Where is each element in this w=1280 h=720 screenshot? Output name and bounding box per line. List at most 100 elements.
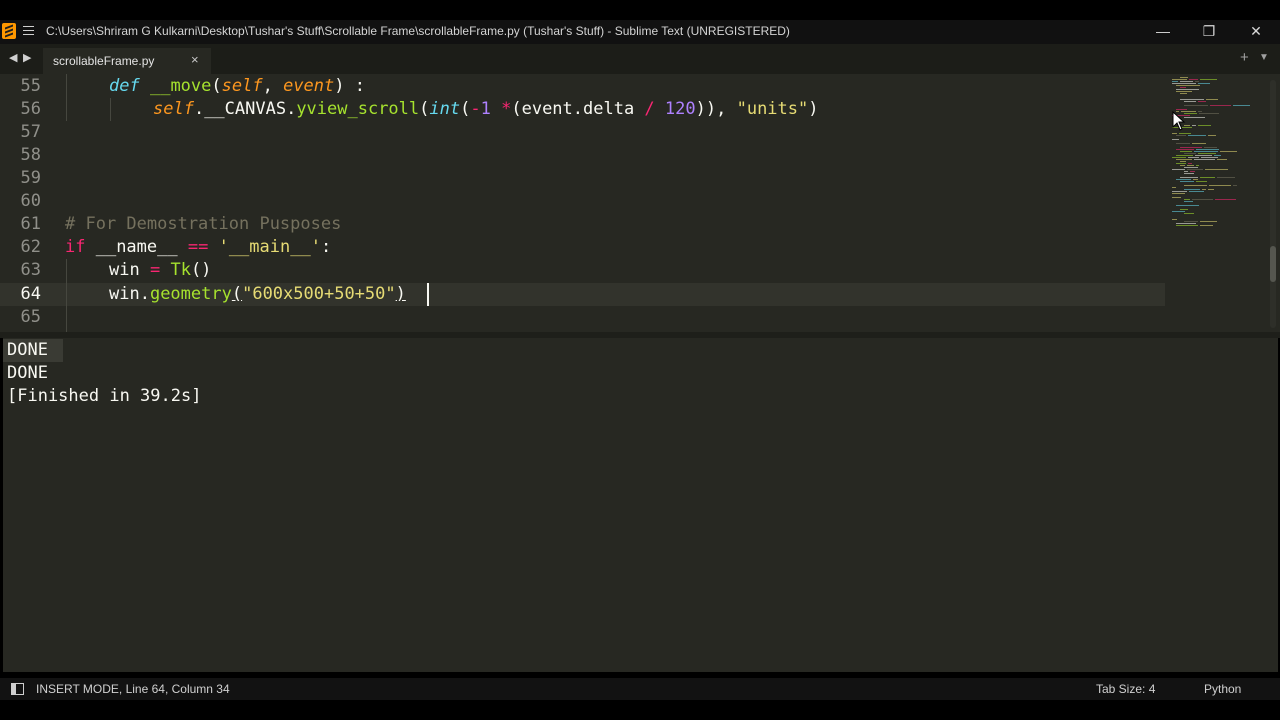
minimap-stroke <box>1184 153 1196 154</box>
line-number: 57 <box>20 122 41 142</box>
text-cursor <box>427 283 429 306</box>
vertical-scrollbar-track[interactable] <box>1270 80 1276 328</box>
window-title: C:\Users\Shriram G Kulkarni\Desktop\Tush… <box>46 24 790 38</box>
minimap-stroke <box>1215 199 1236 200</box>
minimap-stroke <box>1184 173 1194 174</box>
syntax-selector[interactable]: Python <box>1204 682 1241 696</box>
code-line-56: self.__CANVAS.yview_scroll(int(-1 *(even… <box>153 99 819 119</box>
line-number: 56 <box>20 99 41 119</box>
output-line: [Finished in 39.2s] <box>7 386 202 406</box>
minimap-stroke <box>1201 157 1218 158</box>
minimap-stroke <box>1189 79 1198 80</box>
minimap-stroke <box>1188 157 1199 158</box>
minimap-stroke <box>1179 133 1191 134</box>
minimap-stroke <box>1200 177 1215 178</box>
minimap-stroke <box>1172 83 1196 84</box>
minimap-stroke <box>1193 179 1198 180</box>
minimap-stroke <box>1172 157 1186 158</box>
minimap-stroke <box>1198 125 1211 126</box>
line-number: 61 <box>20 214 41 234</box>
minimap-stroke <box>1176 155 1193 156</box>
mouse-pointer-icon <box>1172 111 1186 131</box>
minimap-stroke <box>1180 87 1186 88</box>
minimap-stroke <box>1194 159 1215 160</box>
minimize-button[interactable]: — <box>1140 20 1186 44</box>
minimap-stroke <box>1180 177 1198 178</box>
status-text: INSERT MODE, Line 64, Column 34 <box>36 682 230 696</box>
minimap-stroke <box>1184 189 1200 190</box>
minimap-stroke <box>1202 189 1206 190</box>
indent-guide <box>110 98 111 121</box>
minimap-stroke <box>1176 91 1192 92</box>
minimap-stroke <box>1198 83 1210 84</box>
minimap-stroke <box>1198 153 1216 154</box>
restore-button[interactable]: ❐ <box>1186 20 1232 44</box>
minimap-stroke <box>1196 149 1219 150</box>
minimap-stroke <box>1220 151 1237 152</box>
line-number-gutter: 55 56 57 58 59 60 61 62 63 64 65 <box>0 74 60 332</box>
minimap-stroke <box>1188 163 1192 164</box>
show-panel-icon[interactable] <box>11 683 24 695</box>
minimap-stroke <box>1184 185 1207 186</box>
indent-guide <box>66 98 67 121</box>
minimap-stroke <box>1233 105 1250 106</box>
minimap-stroke <box>1204 147 1217 148</box>
code-line-55: def __move(self, event) : <box>109 76 365 96</box>
new-tab-icon[interactable]: + <box>1240 49 1249 66</box>
minimap-stroke <box>1172 169 1185 170</box>
status-bar: INSERT MODE, Line 64, Column 34 Tab Size… <box>0 678 1280 700</box>
minimap-stroke <box>1176 143 1190 144</box>
minimap-stroke <box>1176 225 1198 226</box>
minimap-stroke <box>1200 225 1213 226</box>
minimap-stroke <box>1184 117 1205 118</box>
tab-menu-icon[interactable]: ▼ <box>1259 52 1269 63</box>
minimap-stroke <box>1180 99 1204 100</box>
line-number: 62 <box>20 237 41 257</box>
minimap-stroke <box>1198 101 1206 102</box>
minimap-stroke <box>1176 149 1194 150</box>
minimap-stroke <box>1192 125 1196 126</box>
minimap-stroke <box>1198 111 1202 112</box>
tab-label: scrollableFrame.py <box>53 54 155 68</box>
close-window-button[interactable]: ✕ <box>1233 20 1279 44</box>
minimap-stroke <box>1176 223 1196 224</box>
build-output-panel[interactable]: DONE DONE [Finished in 39.2s] <box>3 338 1278 672</box>
minimap-stroke <box>1176 205 1199 206</box>
tab-size-selector[interactable]: Tab Size: 4 <box>1096 682 1155 696</box>
minimap-stroke <box>1217 177 1235 178</box>
minimap-stroke <box>1172 139 1179 140</box>
minimap-stroke <box>1188 135 1206 136</box>
tab-scrollableframe[interactable]: scrollableFrame.py × <box>43 48 211 74</box>
back-arrow-icon[interactable]: ◀ <box>9 51 17 64</box>
minimap-stroke <box>1172 133 1177 134</box>
code-editor[interactable]: 55 56 57 58 59 60 61 62 63 64 65 def __m… <box>0 74 1280 332</box>
minimap-stroke <box>1184 167 1198 168</box>
minimap-stroke <box>1210 105 1231 106</box>
minimap-stroke <box>1190 171 1195 172</box>
minimap-stroke <box>1187 165 1194 166</box>
minimap-stroke <box>1172 219 1177 220</box>
tab-bar: ◀ ▶ scrollableFrame.py × + ▼ <box>0 44 1280 74</box>
title-bar: C:\Users\Shriram G Kulkarni\Desktop\Tush… <box>0 20 1280 44</box>
minimap-stroke <box>1176 109 1187 110</box>
minimap-stroke <box>1187 169 1203 170</box>
minimap-stroke <box>1176 163 1186 164</box>
vertical-scrollbar-thumb[interactable] <box>1270 246 1276 282</box>
code-line-63: win = Tk() <box>109 260 212 280</box>
minimap-stroke <box>1180 209 1188 210</box>
minimap-stroke <box>1196 181 1207 182</box>
minimap-stroke <box>1194 151 1218 152</box>
line-number: 59 <box>20 168 41 188</box>
minimap-stroke <box>1180 161 1186 162</box>
tab-close-icon[interactable]: × <box>191 52 199 67</box>
minimap-stroke <box>1176 89 1199 90</box>
hamburger-menu-icon[interactable] <box>23 26 34 36</box>
minimap-stroke <box>1172 81 1178 82</box>
forward-arrow-icon[interactable]: ▶ <box>23 51 31 64</box>
minimap-stroke <box>1208 189 1214 190</box>
line-number: 58 <box>20 145 41 165</box>
minimap-stroke <box>1195 81 1199 82</box>
output-line: DONE <box>7 363 48 383</box>
minimap-stroke <box>1184 171 1188 172</box>
minimap-stroke <box>1184 105 1208 106</box>
